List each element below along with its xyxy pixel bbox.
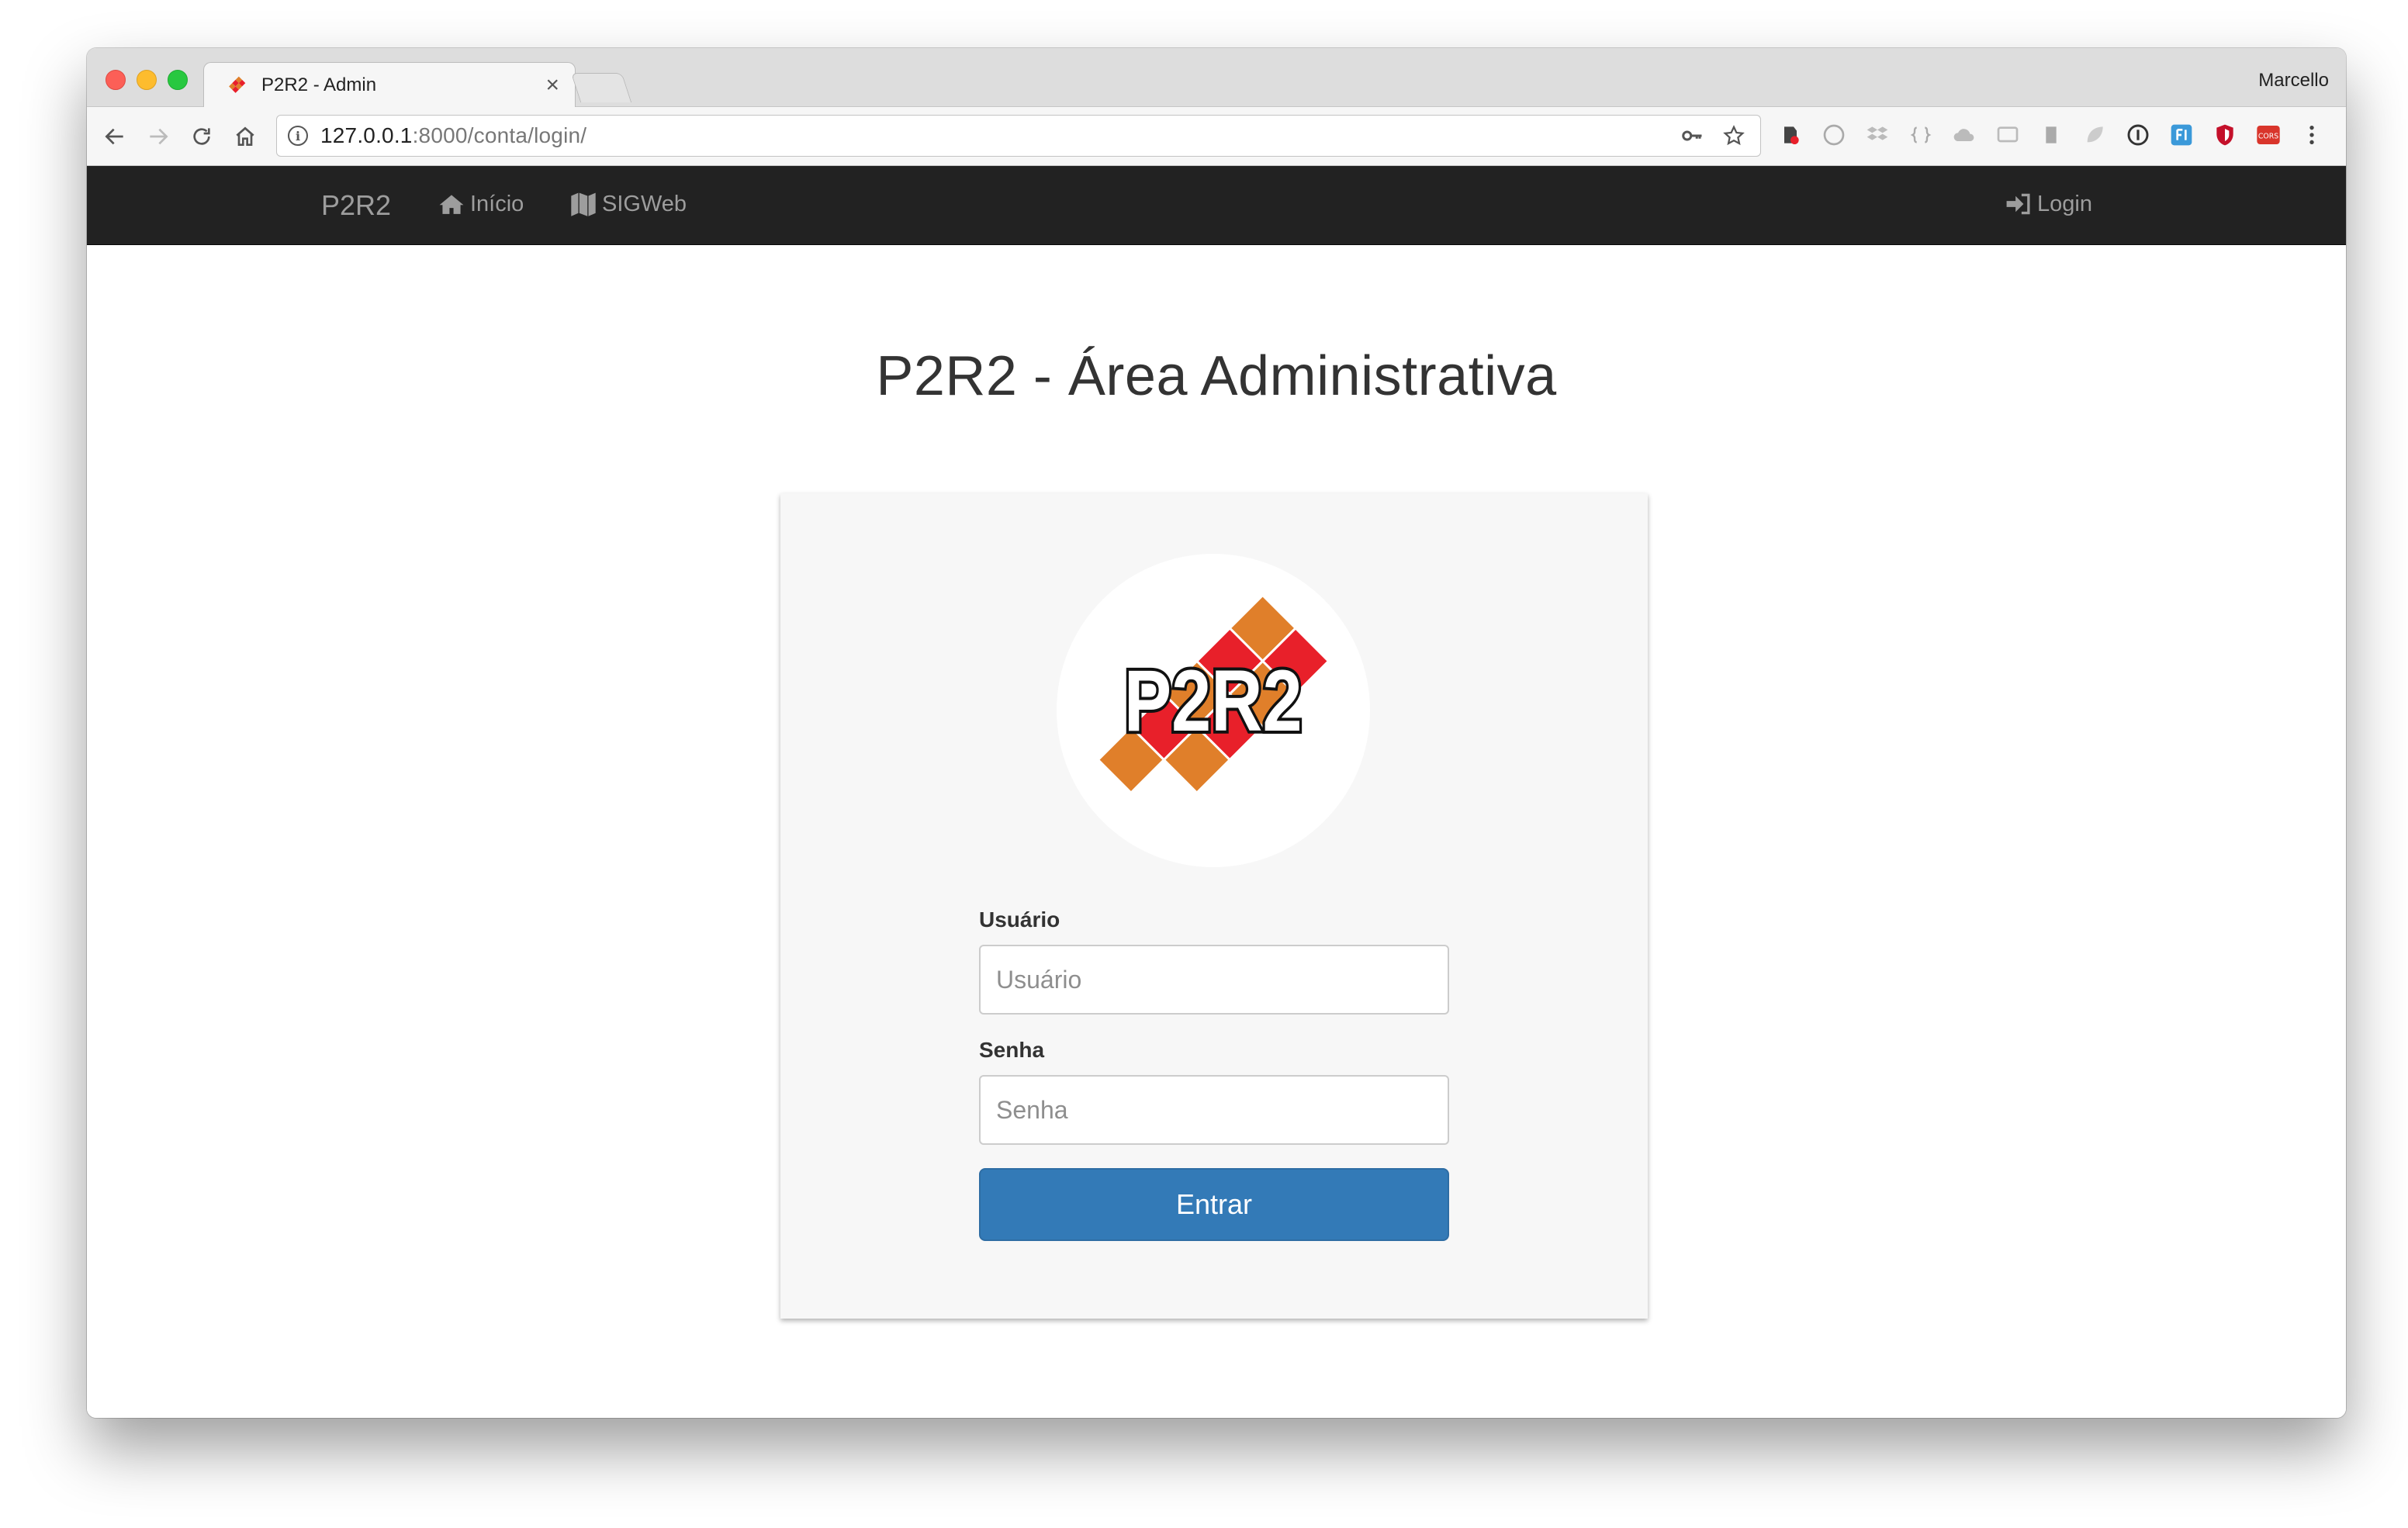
shield-extension-icon[interactable]	[2211, 121, 2239, 149]
reload-icon	[193, 128, 210, 145]
cloud-extension-icon[interactable]	[1950, 121, 1978, 149]
leaf-extension-icon[interactable]	[2081, 121, 2109, 149]
home-button[interactable]	[228, 119, 262, 154]
browser-menu-icon[interactable]	[2298, 121, 2326, 149]
home-icon	[236, 126, 254, 146]
page-title: P2R2 - Área Administrativa	[876, 345, 1557, 407]
tab-strip: P2R2 - Admin × Marcello	[87, 48, 2346, 107]
url-host: 127.0.0.1	[320, 123, 413, 147]
page-viewport: P2R2 Início SIGWeb Login P2R2 - Área Adm…	[87, 166, 2346, 1418]
bookmark-star-icon[interactable]	[1718, 120, 1749, 151]
window-minimize-button[interactable]	[137, 70, 157, 90]
nav-link-login[interactable]: Login	[2005, 191, 2092, 217]
username-input[interactable]	[979, 945, 1449, 1015]
home-icon	[439, 195, 464, 214]
key-icon[interactable]	[1676, 120, 1707, 151]
password-manager-icon[interactable]	[2124, 121, 2152, 149]
tab-title: P2R2 - Admin	[261, 74, 377, 95]
reload-button[interactable]	[185, 119, 219, 154]
forward-button[interactable]	[141, 119, 175, 154]
password-label: Senha	[979, 1038, 1045, 1062]
window-close-button[interactable]	[106, 70, 126, 90]
nav-link-inicio[interactable]: Início	[438, 191, 524, 217]
nav-link-label: SIGWeb	[602, 191, 687, 216]
profile-name[interactable]: Marcello	[2258, 70, 2329, 92]
login-submit-button[interactable]: Entrar	[979, 1168, 1449, 1241]
circle-extension-icon[interactable]	[1820, 121, 1848, 149]
username-label: Usuário	[979, 907, 1060, 932]
nav-link-label: Login	[2037, 191, 2092, 216]
url-text[interactable]: 127.0.0.1:8000/conta/login/	[320, 123, 1676, 148]
dropbox-extension-icon[interactable]	[1863, 121, 1891, 149]
nav-link-label: Início	[470, 191, 524, 216]
browser-tab-active[interactable]: P2R2 - Admin ×	[203, 62, 576, 107]
p2r2-logo-image: P2R2	[1096, 593, 1330, 795]
cast-extension-icon[interactable]	[1994, 121, 2022, 149]
browser-window: P2R2 - Admin × Marcello i 127.0.0.1:8000…	[87, 48, 2346, 1418]
arrow-left-icon	[105, 128, 123, 145]
extensions-bar: CORS	[1777, 121, 2326, 149]
login-card: P2R2 Usuário Senha Entrar	[780, 493, 1648, 1319]
evernote-extension-icon[interactable]	[1777, 121, 1804, 149]
sign-in-icon	[2006, 193, 2030, 215]
navbar-brand[interactable]: P2R2	[321, 189, 391, 222]
p2r2-logo: P2R2	[1057, 554, 1370, 867]
bookmark-extension-icon[interactable]	[2037, 121, 2065, 149]
url-path: :8000/conta/login/	[412, 123, 587, 147]
browser-toolbar: i 127.0.0.1:8000/conta/login/ CORS	[87, 107, 2346, 166]
back-button[interactable]	[98, 119, 132, 154]
translate-extension-icon[interactable]	[2168, 121, 2195, 149]
new-tab-button[interactable]	[570, 73, 632, 102]
window-zoom-button[interactable]	[168, 70, 188, 90]
favicon-icon	[226, 74, 247, 96]
cors-extension-icon[interactable]: CORS	[2254, 121, 2282, 149]
address-bar[interactable]: i 127.0.0.1:8000/conta/login/	[276, 115, 1761, 157]
password-input[interactable]	[979, 1075, 1449, 1145]
logo-text: P2R2	[1124, 652, 1303, 749]
arrow-right-icon	[150, 128, 168, 145]
tab-close-icon[interactable]: ×	[545, 73, 559, 97]
site-info-icon[interactable]: i	[288, 126, 308, 146]
json-extension-icon[interactable]	[1907, 121, 1935, 149]
svg-text:CORS: CORS	[2258, 133, 2278, 141]
nav-link-sigweb[interactable]: SIGWeb	[569, 191, 687, 217]
map-icon	[571, 192, 596, 216]
site-navbar: P2R2 Início SIGWeb Login	[87, 166, 2346, 245]
